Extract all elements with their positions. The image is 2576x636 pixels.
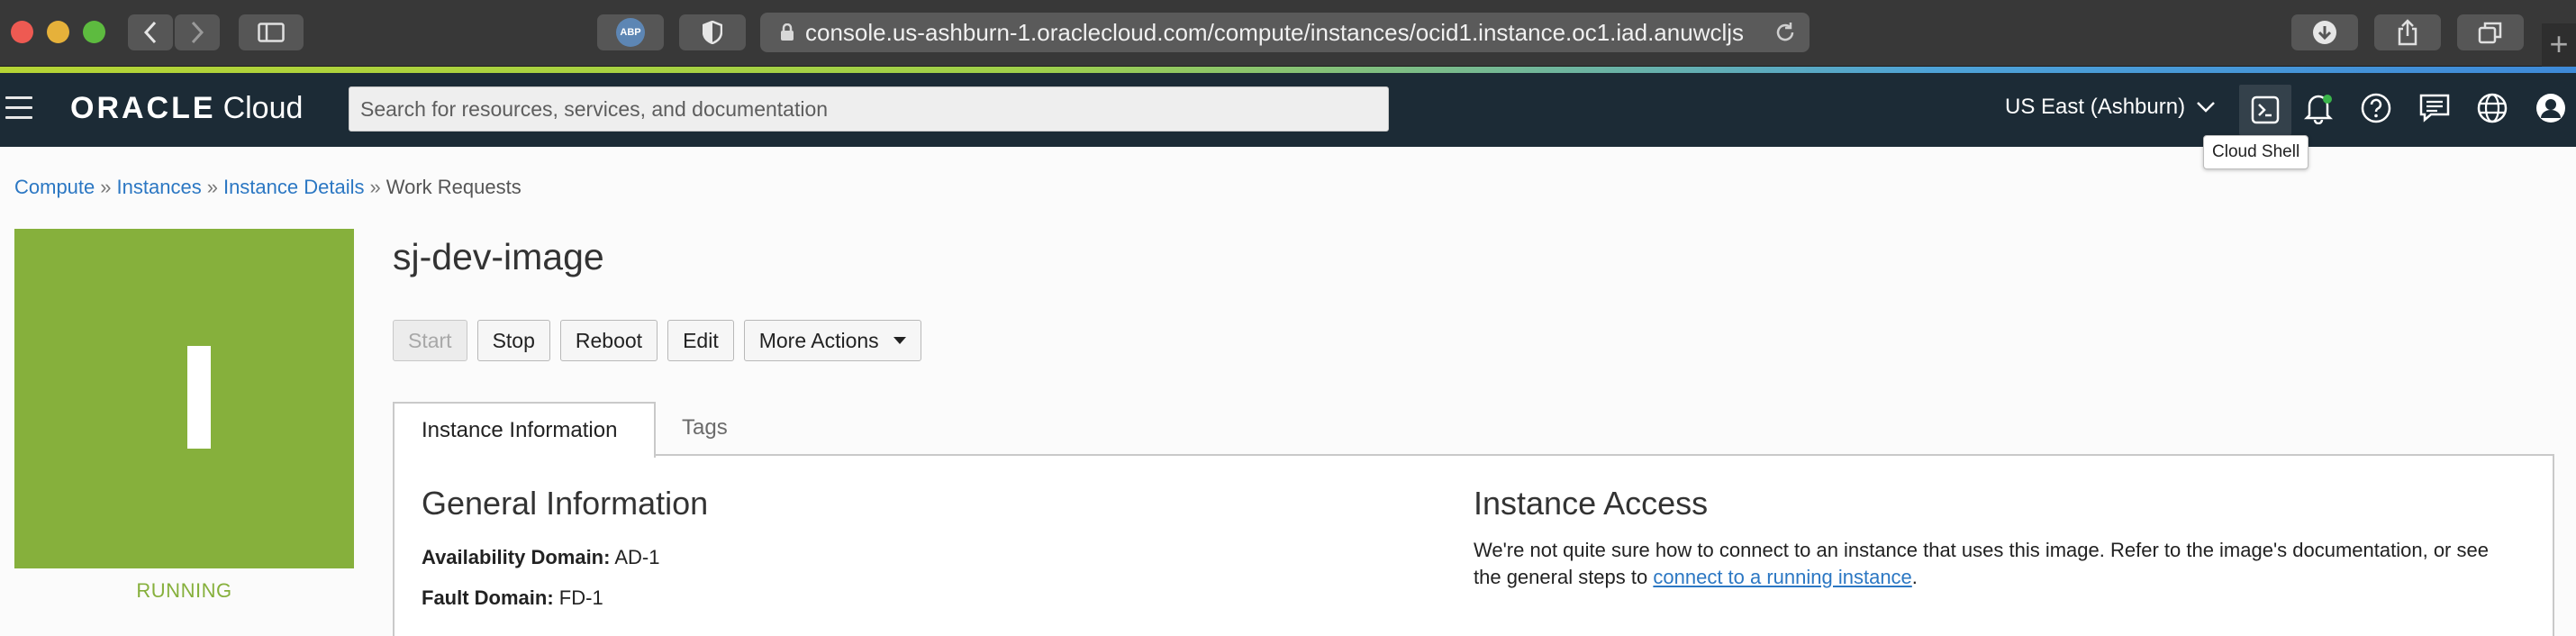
more-actions-label: More Actions (758, 328, 879, 352)
instance-information-panel: General Information Availability Domain:… (393, 456, 2554, 636)
user-avatar-icon (2536, 94, 2565, 123)
feedback-button[interactable] (2417, 90, 2453, 126)
tab-tags[interactable]: Tags (682, 400, 728, 456)
reload-icon[interactable] (1773, 21, 1797, 44)
sidebar-toggle-button[interactable] (239, 14, 304, 50)
cloud-shell-button[interactable] (2239, 85, 2291, 135)
connect-instance-link[interactable]: connect to a running instance (1653, 566, 1911, 588)
minimize-window-button[interactable] (47, 21, 69, 43)
fault-domain-field: Fault Domain: FD-1 (422, 586, 603, 610)
tabs-icon (2478, 22, 2502, 44)
start-button[interactable]: Start (393, 320, 467, 361)
language-button[interactable] (2474, 90, 2510, 126)
new-tab-button[interactable]: + (2542, 23, 2576, 67)
chat-icon (2419, 94, 2450, 123)
general-information-heading: General Information (422, 485, 709, 522)
chevron-left-icon (143, 21, 157, 44)
share-icon (2398, 19, 2417, 46)
downloads-button[interactable] (2291, 14, 2358, 50)
back-button[interactable] (128, 14, 173, 50)
console-header: ORACLECloud US East (Ashburn) (0, 73, 2576, 147)
availability-domain-value: AD-1 (614, 546, 660, 568)
breadcrumb-instance-details[interactable]: Instance Details (223, 176, 365, 198)
fault-domain-label: Fault Domain: (422, 586, 554, 609)
logo-brand: ORACLE (70, 91, 216, 125)
instance-access-description: We're not quite sure how to connect to a… (1474, 537, 2509, 591)
breadcrumb: Compute» Instances» Instance Details» Work … (14, 176, 522, 199)
instance-access-heading: Instance Access (1474, 485, 1709, 522)
instance-actions: Start Stop Reboot Edit More Actions (393, 320, 921, 361)
download-icon (2313, 21, 2336, 44)
page-title: sj-dev-image (393, 236, 604, 277)
breadcrumb-separator: » (206, 176, 218, 198)
help-icon (2361, 93, 2391, 123)
breadcrumb-instances[interactable]: Instances (117, 176, 202, 198)
cloud-shell-tooltip: Cloud Shell (2203, 135, 2309, 169)
logo-product: Cloud (222, 91, 304, 125)
detail-tabs: Instance Information Tags (393, 400, 2554, 458)
address-bar[interactable]: console.us-ashburn-1.oraclecloud.com/com… (760, 13, 1810, 52)
bell-icon (2303, 95, 2334, 124)
instance-icon (187, 346, 211, 449)
caret-down-icon (893, 337, 906, 344)
more-actions-button[interactable]: More Actions (743, 320, 921, 361)
breadcrumb-separator: » (100, 176, 112, 198)
shield-icon (703, 21, 722, 44)
sidebar-icon (258, 23, 285, 42)
notifications-button[interactable] (2300, 90, 2336, 126)
globe-icon (2477, 93, 2508, 123)
share-button[interactable] (2374, 14, 2441, 50)
instance-access-text: We're not quite sure how to connect to a… (1474, 539, 2489, 588)
edit-button[interactable]: Edit (667, 320, 734, 361)
region-label: US East (Ashburn) (2005, 95, 2186, 119)
close-window-button[interactable] (11, 21, 33, 43)
availability-domain-field: Availability Domain: AD-1 (422, 546, 659, 569)
instance-status-tile (14, 229, 354, 568)
tab-overview-button[interactable] (2457, 14, 2524, 50)
help-button[interactable] (2358, 90, 2394, 126)
chevron-down-icon (2197, 102, 2215, 113)
reboot-button[interactable]: Reboot (559, 320, 658, 361)
zoom-window-button[interactable] (83, 21, 105, 43)
instance-status-label: RUNNING (136, 579, 232, 602)
tab-instance-information[interactable]: Instance Information (393, 402, 656, 458)
accent-strip (0, 67, 2576, 73)
breadcrumb-current: Work Requests (385, 176, 522, 198)
terminal-icon (2251, 95, 2280, 124)
breadcrumb-compute[interactable]: Compute (14, 176, 95, 198)
adblock-icon: ABP (616, 18, 645, 47)
hamburger-menu-icon[interactable] (5, 96, 32, 120)
oracle-cloud-logo[interactable]: ORACLE Cloud (70, 91, 303, 126)
region-selector[interactable]: US East (Ashburn) (2005, 95, 2216, 120)
search-input[interactable] (349, 86, 1389, 132)
availability-domain-label: Availability Domain: (422, 546, 611, 568)
browser-toolbar: ABP console.us-ashburn-1.oraclecloud.com… (0, 0, 2576, 67)
url-text: console.us-ashburn-1.oraclecloud.com/com… (805, 18, 1745, 46)
instance-access-suffix: . (1911, 566, 1918, 588)
privacy-shield-button[interactable] (679, 14, 746, 50)
stop-button[interactable]: Stop (476, 320, 550, 361)
chevron-right-icon (191, 21, 204, 44)
adblock-extension-button[interactable]: ABP (597, 14, 664, 50)
lock-icon (781, 23, 794, 41)
fault-domain-value: FD-1 (558, 586, 603, 609)
breadcrumb-separator: » (369, 176, 381, 198)
user-profile-button[interactable] (2533, 90, 2569, 126)
forward-button[interactable] (175, 14, 220, 50)
